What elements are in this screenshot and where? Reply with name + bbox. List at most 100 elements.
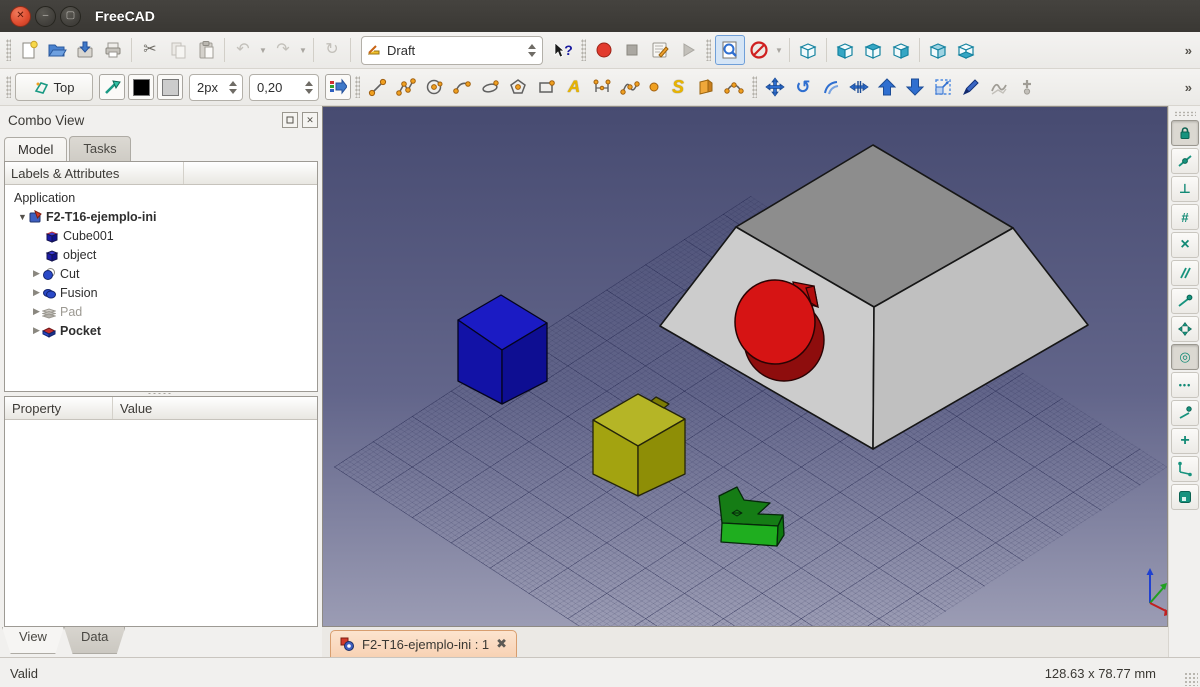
draft-bezier-button[interactable] <box>720 73 748 101</box>
open-document-button[interactable] <box>43 36 71 64</box>
draw-style-dropdown-arrow[interactable]: ▼ <box>773 36 785 64</box>
view-top-button[interactable] <box>859 36 887 64</box>
tree-row-object[interactable]: object <box>5 245 317 264</box>
cut-button[interactable]: ✂ <box>136 36 164 64</box>
draft-move-button[interactable] <box>761 73 789 101</box>
tree-row-pad[interactable]: ▶ Pad <box>5 302 317 321</box>
redo-button[interactable]: ↷ <box>269 36 297 64</box>
draft-arc-button[interactable] <box>448 73 476 101</box>
draft-offset-button[interactable] <box>817 73 845 101</box>
view-front-button[interactable] <box>831 36 859 64</box>
tree-row-cube001[interactable]: Cube001 <box>5 226 317 245</box>
toolbar-handle[interactable] <box>6 39 11 61</box>
snap-ortho-button[interactable]: + <box>1171 428 1199 454</box>
new-document-button[interactable] <box>15 36 43 64</box>
draft-polygon-button[interactable] <box>504 73 532 101</box>
window-maximize-button[interactable]: ▢ <box>60 6 81 27</box>
draft-point-button[interactable] <box>644 73 664 101</box>
draft-add-point-button[interactable] <box>1013 73 1041 101</box>
undo-dropdown-arrow[interactable]: ▼ <box>257 36 269 64</box>
macro-stop-button[interactable] <box>618 36 646 64</box>
copy-button[interactable] <box>164 36 192 64</box>
draft-text-button[interactable]: A <box>560 73 588 101</box>
snap-perpendicular-button[interactable]: ⊥ <box>1171 176 1199 202</box>
3d-view[interactable]: Y X <box>322 106 1168 627</box>
expand-arrow-icon[interactable]: ▶ <box>31 306 42 317</box>
snap-endpoint-button[interactable] <box>1171 288 1199 314</box>
value-column-header[interactable]: Value <box>113 397 317 419</box>
toolbar-handle[interactable] <box>706 39 711 61</box>
draft-rectangle-button[interactable] <box>532 73 560 101</box>
window-close-button[interactable]: ✕ <box>10 6 31 27</box>
plane-align-button[interactable] <box>99 74 125 100</box>
tree-row-cut[interactable]: ▶ Cut <box>5 264 317 283</box>
save-document-button[interactable] <box>71 36 99 64</box>
draft-scale-button[interactable] <box>929 73 957 101</box>
tree-row-fusion[interactable]: ▶ Fusion <box>5 283 317 302</box>
toolbar-handle[interactable] <box>355 76 360 98</box>
snap-near-button[interactable] <box>1171 400 1199 426</box>
resize-grip[interactable] <box>1184 672 1198 686</box>
draft-facebinder-button[interactable] <box>692 73 720 101</box>
print-button[interactable] <box>99 36 127 64</box>
draw-style-button[interactable] <box>745 36 773 64</box>
tab-model[interactable]: Model <box>4 137 67 162</box>
property-column-header[interactable]: Property <box>5 397 113 419</box>
snap-dimensions-button[interactable] <box>1171 456 1199 482</box>
draft-circle-button[interactable] <box>420 73 448 101</box>
macro-edit-button[interactable] <box>646 36 674 64</box>
line-color-swatch[interactable] <box>128 74 154 100</box>
macro-play-button[interactable] <box>674 36 702 64</box>
snap-extension-button[interactable] <box>1171 316 1199 342</box>
draft-shapestring-button[interactable]: S <box>664 73 692 101</box>
refresh-button[interactable]: ↻ <box>318 36 346 64</box>
panel-float-button[interactable] <box>282 112 298 128</box>
panel-close-button[interactable]: ✕ <box>302 112 318 128</box>
window-minimize-button[interactable]: – <box>35 6 56 27</box>
document-tab[interactable]: F2-T16-ejemplo-ini : 1 ✖ <box>330 630 517 657</box>
draft-rotate-button[interactable]: ↺ <box>789 73 817 101</box>
snap-center-button[interactable]: ◎ <box>1171 344 1199 370</box>
draft-wire-button[interactable] <box>392 73 420 101</box>
tree-row-application[interactable]: Application <box>5 188 317 207</box>
redo-dropdown-arrow[interactable]: ▼ <box>297 36 309 64</box>
tab-tasks[interactable]: Tasks <box>69 136 130 161</box>
expand-arrow-icon[interactable]: ▶ <box>31 325 42 336</box>
tree-row-pocket[interactable]: ▶ Pocket <box>5 321 317 340</box>
draft-edit-button[interactable] <box>957 73 985 101</box>
workbench-selector-spinner[interactable] <box>525 44 538 57</box>
expand-arrow-icon[interactable]: ▼ <box>17 212 28 222</box>
view-bottom-button[interactable] <box>952 36 980 64</box>
draft-wire-to-bspline-button[interactable] <box>985 73 1013 101</box>
expand-arrow-icon[interactable]: ▶ <box>31 268 42 279</box>
undo-button[interactable]: ↶ <box>229 36 257 64</box>
tab-view[interactable]: View <box>2 627 64 654</box>
view-axonometric-button[interactable] <box>794 36 822 64</box>
draft-bspline-button[interactable] <box>616 73 644 101</box>
draft-line-button[interactable] <box>364 73 392 101</box>
draft-upgrade-button[interactable] <box>873 73 901 101</box>
toolbar-handle[interactable] <box>6 76 11 98</box>
working-plane-button[interactable]: Top <box>15 73 93 101</box>
apply-style-button[interactable] <box>325 74 351 100</box>
macro-record-button[interactable] <box>590 36 618 64</box>
tab-data[interactable]: Data <box>64 627 125 654</box>
snap-grid-button[interactable]: # <box>1171 204 1199 230</box>
expand-arrow-icon[interactable]: ▶ <box>31 287 42 298</box>
toolbar-overflow-button[interactable]: » <box>1185 80 1192 95</box>
scale-spinbox[interactable]: 0,20 <box>249 74 319 101</box>
draft-trimex-button[interactable] <box>845 73 873 101</box>
toolbar-handle[interactable] <box>752 76 757 98</box>
snap-midpoint-button[interactable] <box>1171 148 1199 174</box>
draft-downgrade-button[interactable] <box>901 73 929 101</box>
toolbar-handle[interactable] <box>581 39 586 61</box>
draft-dimension-button[interactable] <box>588 73 616 101</box>
paste-button[interactable] <box>192 36 220 64</box>
snap-parallel-button[interactable] <box>1171 260 1199 286</box>
snap-lock-button[interactable] <box>1171 120 1199 146</box>
whats-this-button[interactable]: ? <box>549 36 577 64</box>
tree-row-document[interactable]: ▼ F2-T16-ejemplo-ini <box>5 207 317 226</box>
view-right-button[interactable] <box>887 36 915 64</box>
face-color-swatch[interactable] <box>157 74 183 100</box>
view-rear-button[interactable] <box>924 36 952 64</box>
